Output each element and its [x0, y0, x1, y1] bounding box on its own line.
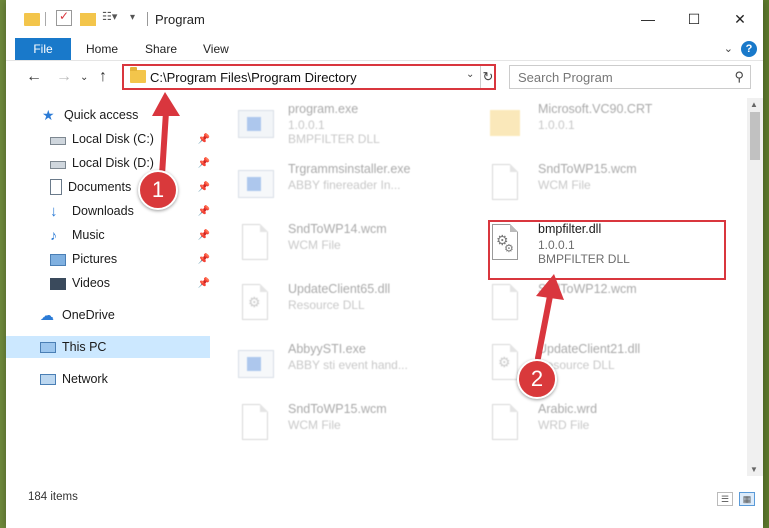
callout-step-1: 1 [138, 170, 178, 210]
callout-arrows [152, 92, 564, 361]
callout-step-2: 2 [517, 359, 557, 399]
